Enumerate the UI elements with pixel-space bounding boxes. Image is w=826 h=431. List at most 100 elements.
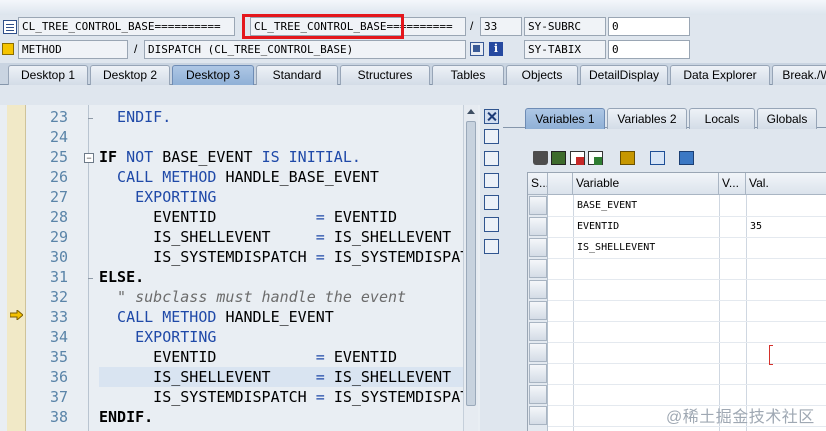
code-line[interactable]: EVENTID = EVENTID	[99, 347, 397, 367]
resize-icon[interactable]	[484, 195, 499, 210]
code-token: ELSE.	[99, 268, 145, 286]
desktop-tab[interactable]: Structures	[340, 65, 430, 85]
event-field[interactable]: DISPATCH (CL_TREE_CONTROL_BASE)	[144, 40, 466, 59]
swap-tool-icon[interactable]	[484, 151, 499, 166]
variables-toolbar	[503, 129, 826, 169]
row-divider	[548, 384, 826, 385]
code-area[interactable]: ENDIF. IF NOT BASE_EVENT IS INITIAL. CALL…	[99, 105, 463, 431]
scroll-thumb[interactable]	[466, 121, 476, 406]
row-selector[interactable]	[529, 301, 547, 320]
code-token: BASE_EVENT	[162, 148, 262, 166]
debugger-window: CL_TREE_CONTROL_BASE========== CL_TREE_C…	[0, 0, 826, 431]
vertical-toolbar	[481, 105, 501, 431]
variables-grid[interactable]: S... Variable V... Val. BASE_EVENT EVENTI…	[527, 172, 826, 431]
variable-name-cell[interactable]: IS_SHELLEVENT	[573, 238, 719, 258]
row-selector[interactable]	[529, 259, 547, 278]
code-line[interactable]: IS_SHELLEVENT = IS_SHELLEVENT	[99, 227, 451, 247]
new-tool-icon[interactable]	[484, 129, 499, 144]
column-header-status[interactable]: S...	[528, 173, 548, 195]
code-line[interactable]: EXPORTING	[99, 327, 216, 347]
code-line[interactable]: EXPORTING	[99, 187, 216, 207]
desktop-tab[interactable]: Tables	[432, 65, 504, 85]
delete-icon[interactable]	[533, 151, 548, 165]
code-line[interactable]: ELSE.	[99, 267, 144, 287]
variable-name-cell[interactable]: BASE_EVENT	[573, 196, 719, 216]
source-editor[interactable]: 23 24 25 26 27 28 29 30 31 32 33 34 35 36 37 38 − ENDIF…	[0, 105, 480, 431]
hierarchy-icon[interactable]	[620, 151, 635, 165]
row-selector[interactable]	[529, 196, 547, 215]
variables-tab[interactable]: Locals	[689, 108, 755, 129]
row-selector[interactable]	[529, 343, 547, 362]
variable-name-cell[interactable]: EVENTID	[573, 217, 719, 237]
code-token: ENDIF.	[99, 108, 172, 126]
variable-value-cell[interactable]	[746, 196, 826, 216]
code-line[interactable]: IF NOT BASE_EVENT IS INITIAL.	[99, 147, 361, 167]
column-header-value[interactable]: Val.	[746, 173, 826, 195]
sysfield-name-1[interactable]: SY-SUBRC	[524, 17, 606, 36]
breakpoint-gutter[interactable]	[7, 105, 26, 431]
save-green-icon[interactable]	[588, 151, 603, 165]
code-line[interactable]: IS_SYSTEMDISPATCH = IS_SYSTEMDISPATCH	[99, 387, 463, 407]
code-line[interactable]: CALL METHOD HANDLE_EVENT	[99, 307, 334, 327]
code-token: IS_SYSTEMDISPATCH	[99, 388, 316, 406]
editor-scrollbar[interactable]	[463, 105, 478, 431]
code-token: EVENTID	[99, 208, 316, 226]
desktop-tab[interactable]: Desktop 1	[8, 65, 88, 85]
variables-tabs: Variables 1 Variables 2 Locals Globals	[503, 105, 826, 129]
column-header-v[interactable]: V...	[719, 173, 746, 195]
program-field[interactable]: CL_TREE_CONTROL_BASE==========	[18, 17, 235, 36]
sysfield-name-2[interactable]: SY-TABIX	[524, 40, 606, 59]
sysfield-value-2[interactable]: 0	[608, 40, 690, 59]
row-selector[interactable]	[529, 406, 547, 425]
code-line[interactable]: CALL METHOD HANDLE_BASE_EVENT	[99, 167, 379, 187]
save-red-icon[interactable]	[570, 151, 585, 165]
code-line[interactable]: ENDIF.	[99, 407, 153, 427]
desktop-tab[interactable]: DetailDisplay	[580, 65, 668, 85]
variable-value-cell[interactable]: 35	[746, 217, 826, 237]
settings-icon[interactable]	[484, 239, 499, 254]
code-line[interactable]: ENDIF.	[99, 107, 171, 127]
import-icon[interactable]	[551, 151, 566, 165]
variable-value-cell[interactable]	[746, 238, 826, 258]
folder-icon[interactable]	[679, 151, 694, 165]
row-selector[interactable]	[529, 385, 547, 404]
services-icon[interactable]	[484, 217, 499, 232]
row-selector[interactable]	[529, 322, 547, 341]
scroll-up-icon[interactable]	[467, 109, 475, 114]
variables-tab[interactable]: Globals	[757, 108, 817, 129]
code-line[interactable]: IS_SYSTEMDISPATCH = IS_SYSTEMDISPATCH	[99, 247, 463, 267]
variables-tab[interactable]: Variables 2	[607, 108, 687, 129]
row-selector[interactable]	[529, 280, 547, 299]
desktop-tab[interactable]: Break./W	[772, 65, 826, 85]
row-selector[interactable]	[529, 217, 547, 236]
sysfield-value-1[interactable]: 0	[608, 17, 690, 36]
desktop-tab[interactable]: Desktop 2	[90, 65, 170, 85]
desktop-tab[interactable]: Data Explorer	[670, 65, 770, 85]
line-number: 23	[49, 108, 68, 126]
event-type-field[interactable]: METHOD	[18, 40, 128, 59]
transfer-icon[interactable]	[650, 151, 665, 165]
code-line[interactable]: " subclass must handle the event	[99, 287, 406, 307]
code-token: =	[315, 368, 334, 386]
line-number-field[interactable]: 33	[480, 17, 522, 36]
close-icon[interactable]	[484, 109, 499, 124]
variables-tab[interactable]: Variables 1	[525, 108, 605, 129]
desktop-tab[interactable]: Objects	[506, 65, 578, 85]
header-row-event: METHOD / DISPATCH (CL_TREE_CONTROL_BASE)…	[0, 40, 826, 60]
column-header-variable[interactable]: Variable	[573, 173, 719, 195]
list-icon[interactable]	[3, 20, 17, 34]
maximize-icon[interactable]	[484, 173, 499, 188]
code-line[interactable]: IS_SHELLEVENT = IS_SHELLEVENT	[99, 367, 451, 387]
fold-toggle-icon[interactable]: −	[84, 153, 94, 163]
desktop-tab[interactable]: Standard	[256, 65, 338, 85]
column-header-status-2	[548, 173, 573, 195]
code-token: =	[315, 348, 334, 366]
desktop-tab[interactable]: Desktop 3	[172, 65, 254, 85]
row-selector[interactable]	[529, 364, 547, 383]
code-token: IF	[99, 148, 127, 166]
code-line[interactable]: EVENTID = EVENTID	[99, 207, 397, 227]
row-selector[interactable]	[529, 238, 547, 257]
info-icon[interactable]: i	[489, 42, 503, 56]
object-icon[interactable]	[470, 42, 484, 56]
line-number: 38	[49, 408, 68, 426]
